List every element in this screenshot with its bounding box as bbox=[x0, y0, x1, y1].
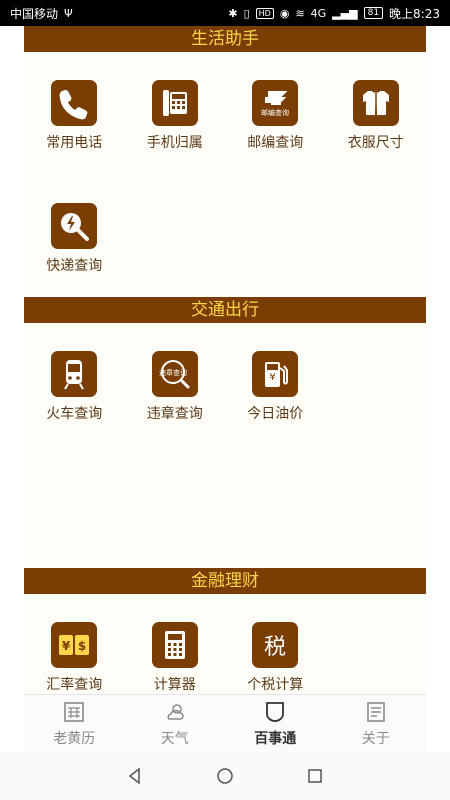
tool-label: 邮编查询 bbox=[247, 135, 304, 151]
calculator-icon bbox=[151, 622, 198, 668]
usb-icon: Ψ bbox=[64, 6, 73, 20]
tool-train[interactable]: 火车查询 bbox=[24, 323, 125, 435]
wifi-icon: ≋ bbox=[295, 6, 305, 20]
tool-calculator[interactable]: 计算器 bbox=[125, 594, 226, 694]
hd-icon: HD bbox=[255, 7, 274, 19]
nav-about[interactable]: 关于 bbox=[326, 695, 427, 753]
section-grid-finance: ¥ $ 汇率查询 计算器 税 个税计算 bbox=[24, 594, 426, 694]
tool-label: 计算器 bbox=[153, 677, 196, 693]
phone-icon bbox=[51, 80, 98, 126]
desk-phone-icon bbox=[151, 80, 198, 126]
status-bar: 中国移动 Ψ ✱ ▯ HD ◉ ≋ 4G ▂▄▆ 81 晚上8:23 bbox=[0, 0, 450, 26]
tool-label: 汇率查询 bbox=[46, 677, 103, 693]
postal-icon: 邮编查询 bbox=[252, 80, 299, 126]
exchange-rate-icon: ¥ $ bbox=[51, 622, 98, 668]
tool-clothes-size[interactable]: 衣服尺寸 bbox=[326, 52, 427, 164]
tool-label: 衣服尺寸 bbox=[347, 135, 404, 151]
tool-express[interactable]: 快递查询 bbox=[24, 175, 125, 287]
tax-icon: 税 bbox=[252, 622, 299, 668]
main-content: 生活助手 常用电话 手机归属 邮编查询 邮编查询 衣服尺寸 快递查询 交通出行 … bbox=[24, 26, 426, 694]
signal-icon: ▂▄▆ bbox=[332, 6, 358, 20]
nav-label: 关于 bbox=[361, 731, 390, 747]
bluetooth-icon: ✱ bbox=[228, 6, 238, 20]
carrier-label: 中国移动 bbox=[10, 6, 59, 21]
tool-label: 违章查询 bbox=[146, 406, 203, 422]
tool-phone-location[interactable]: 手机归属 bbox=[125, 52, 226, 164]
tool-label: 快递查询 bbox=[46, 257, 103, 274]
clock: 晚上8:23 bbox=[389, 6, 440, 21]
nav-almanac[interactable]: 老黄历 bbox=[24, 695, 125, 753]
fuel-pump-icon: ¥ bbox=[252, 351, 299, 397]
nav-label: 天气 bbox=[160, 731, 189, 747]
back-icon[interactable] bbox=[125, 766, 145, 786]
shield-icon bbox=[266, 702, 285, 722]
eye-icon: ◉ bbox=[279, 6, 290, 20]
tool-common-phone[interactable]: 常用电话 bbox=[24, 52, 125, 164]
almanac-icon bbox=[64, 702, 85, 722]
weather-icon bbox=[167, 704, 184, 720]
clothes-icon bbox=[352, 80, 399, 126]
exchange-yen-text: ¥ bbox=[62, 639, 71, 653]
tool-exchange-rate[interactable]: ¥ $ 汇率查询 bbox=[24, 594, 125, 694]
section-header-life: 生活助手 bbox=[24, 26, 426, 52]
tool-label: 火车查询 bbox=[46, 406, 103, 422]
about-icon bbox=[366, 702, 385, 722]
network-label: 4G bbox=[310, 6, 327, 20]
exchange-dollar-text: $ bbox=[78, 639, 86, 653]
tool-label: 常用电话 bbox=[46, 135, 103, 151]
home-icon[interactable] bbox=[215, 766, 235, 786]
tool-label: 个税计算 bbox=[247, 677, 304, 693]
section-header-transport: 交通出行 bbox=[24, 297, 426, 323]
nav-label: 老黄历 bbox=[53, 731, 96, 747]
tool-postcode[interactable]: 邮编查询 邮编查询 bbox=[225, 52, 326, 164]
tool-label: 今日油价 bbox=[247, 406, 304, 422]
bottom-nav: 老黄历 天气 百事通 关于 bbox=[24, 694, 426, 753]
train-icon bbox=[51, 351, 98, 397]
nav-baishitong[interactable]: 百事通 bbox=[225, 695, 326, 753]
violation-search-icon: 违章查询 bbox=[151, 351, 198, 397]
fuel-icon-text: ¥ bbox=[270, 372, 276, 383]
battery-icon: 81 bbox=[363, 7, 384, 19]
tool-fuel-price[interactable]: ¥ 今日油价 bbox=[225, 323, 326, 435]
section-header-finance: 金融理财 bbox=[24, 568, 426, 594]
tax-icon-text: 税 bbox=[264, 635, 286, 660]
tool-income-tax[interactable]: 税 个税计算 bbox=[225, 594, 326, 694]
system-nav-bar bbox=[0, 752, 450, 800]
section-grid-life: 常用电话 手机归属 邮编查询 邮编查询 衣服尺寸 快递查询 bbox=[24, 52, 426, 297]
violation-icon-text: 违章查询 bbox=[159, 368, 187, 377]
vibrate-icon: ▯ bbox=[243, 6, 250, 20]
tool-label: 手机归属 bbox=[146, 135, 203, 151]
nav-weather[interactable]: 天气 bbox=[125, 695, 226, 753]
nav-label: 百事通 bbox=[254, 731, 297, 747]
recents-icon[interactable] bbox=[305, 766, 325, 786]
express-search-icon bbox=[51, 202, 98, 249]
section-grid-transport: 火车查询 违章查询 违章查询 ¥ 今日油价 bbox=[24, 323, 426, 568]
tool-violation[interactable]: 违章查询 违章查询 bbox=[125, 323, 226, 435]
postal-icon-text: 邮编查询 bbox=[261, 108, 289, 117]
